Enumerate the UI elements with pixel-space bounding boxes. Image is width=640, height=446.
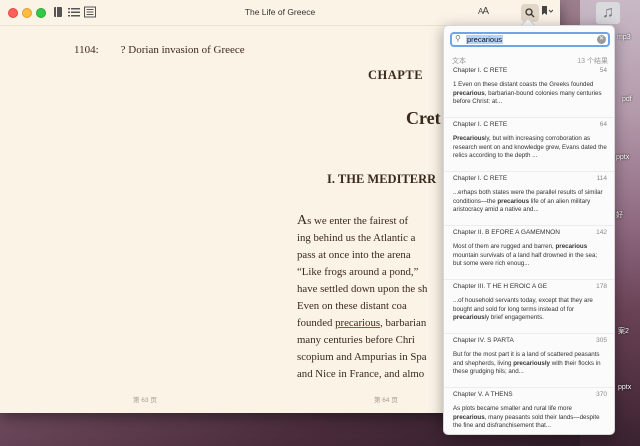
search-result-item[interactable]: Chapter II. B EFORE A GAMEMNON 142 Most … xyxy=(444,226,614,280)
search-hit-highlight[interactable]: precarious xyxy=(335,317,380,329)
result-snippet: 1 Even on these distant coasts the Greek… xyxy=(453,81,602,106)
result-page: 305 xyxy=(596,337,607,344)
result-snippet: ...of household servants today, except t… xyxy=(453,297,593,322)
desktop-file-label: 好 xyxy=(616,212,623,219)
section-title: I. THE MEDITERR xyxy=(327,172,437,186)
music-file-icon[interactable]: ♫ xyxy=(596,2,620,24)
result-page: 114 xyxy=(596,175,607,182)
font-size-button[interactable]: AA xyxy=(478,6,489,17)
result-snippet: ...erhaps both states were the parallel … xyxy=(453,189,603,214)
clear-search-icon[interactable]: ✕ xyxy=(597,35,606,44)
page-number-right: 第 64 页 xyxy=(374,397,398,404)
window-title: The Life of Greece xyxy=(244,7,316,17)
search-popover: ⚲ precarious ✕ 文本 13 个结果 Chapter I. C RE… xyxy=(443,25,615,435)
result-page: 178 xyxy=(596,283,607,290)
result-chapter: Chapter I. C RETE xyxy=(453,175,508,182)
result-snippet: But for the most part it is a land of sc… xyxy=(453,351,601,376)
desktop-file-label: pptx xyxy=(616,154,630,161)
desktop-file-label: mp3 xyxy=(617,34,631,41)
result-chapter: Chapter V. A THENS xyxy=(453,391,513,398)
desktop-file-label: 案2 xyxy=(618,328,629,335)
search-result-item[interactable]: Chapter V. A THENS 370 As plots became s… xyxy=(444,388,614,434)
result-snippet: Precariously, but with increasing corrob… xyxy=(453,135,607,160)
search-result-item[interactable]: Chapter IV. S PARTA 305 But for the most… xyxy=(444,334,614,388)
desktop-file-label: pptx xyxy=(618,384,632,391)
chapter-title: Cret xyxy=(406,108,441,128)
result-page: 64 xyxy=(599,121,607,128)
search-input[interactable]: ⚲ precarious ✕ xyxy=(450,32,610,47)
search-query: precarious xyxy=(466,35,504,44)
search-icon: ⚲ xyxy=(455,34,461,43)
desktop-file-label: pdf xyxy=(622,96,632,103)
result-chapter: Chapter II. B EFORE A GAMEMNON xyxy=(453,229,560,236)
result-snippet: Most of them are rugged and barren, prec… xyxy=(453,243,598,268)
drop-cap: A xyxy=(297,213,308,228)
result-page: 142 xyxy=(596,229,607,236)
chapter-heading: CHAPTE xyxy=(368,68,424,82)
result-chapter: Chapter I. C RETE xyxy=(453,67,508,74)
search-result-item[interactable]: Chapter III. T HE H EROIC A GE 178 ...of… xyxy=(444,280,614,334)
footnote-number: 1104: xyxy=(74,44,99,56)
bookmark-button[interactable] xyxy=(541,6,554,19)
search-result-item[interactable]: Chapter I. C RETE 114 ...erhaps both sta… xyxy=(444,172,614,226)
result-page: 370 xyxy=(596,391,607,398)
search-results-list: Chapter I. C RETE 54 1 Even on these dis… xyxy=(444,64,614,434)
footnote-reference: 1104: ? Dorian invasion of Greece xyxy=(74,44,245,56)
footnote-text: ? Dorian invasion of Greece xyxy=(120,44,245,56)
search-result-item[interactable]: Chapter I. C RETE 64 Precariously, but w… xyxy=(444,118,614,172)
search-result-item[interactable]: Chapter I. C RETE 54 1 Even on these dis… xyxy=(444,64,614,118)
left-page: 1104: ? Dorian invasion of Greece 第 63 页 xyxy=(0,26,270,413)
result-chapter: Chapter III. T HE H EROIC A GE xyxy=(453,283,548,290)
title-bar: The Life of Greece AA xyxy=(0,0,560,26)
bookmark-icon xyxy=(541,6,554,19)
page-number-left: 第 63 页 xyxy=(133,397,157,404)
result-chapter: Chapter I. C RETE xyxy=(453,121,508,128)
result-snippet: As plots became smaller and rural life m… xyxy=(453,405,600,430)
result-chapter: Chapter IV. S PARTA xyxy=(453,337,514,344)
result-page: 54 xyxy=(599,67,607,74)
